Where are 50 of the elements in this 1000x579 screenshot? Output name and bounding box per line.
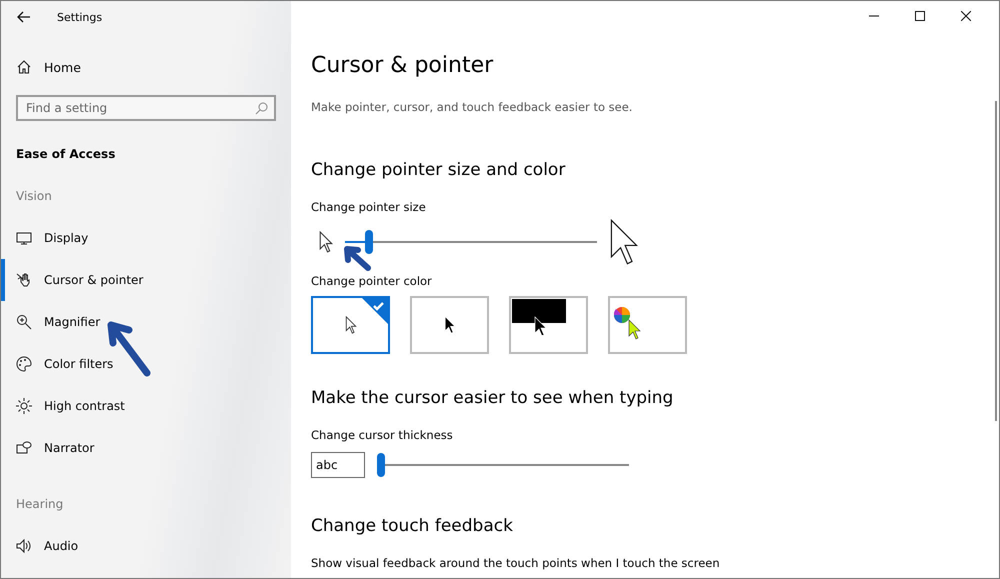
outline-cursor-icon [344,316,356,334]
search-field[interactable]: Find a setting [16,95,276,121]
zoom-in-icon [16,314,32,330]
pointer-color-option[interactable] [608,296,687,354]
cursor-thickness-slider[interactable] [377,453,629,477]
large-cursor-icon [609,218,639,266]
pointer-color-option[interactable] [509,296,588,354]
page-title: Cursor & pointer [311,53,494,78]
maximize-icon[interactable] [915,11,925,21]
section-heading: Change touch feedback [311,516,514,536]
nav-item[interactable]: Narrator [1,427,291,469]
pointer-color-option[interactable] [410,296,489,354]
setting-description: Show visual feedback around the touch points when I touch the screen [311,556,721,570]
section-heading: Make the cursor easier to see when typing [311,388,674,408]
annotation-arrow [341,244,373,272]
group-heading: Vision [16,189,53,203]
cursor-preview-box: abc [311,452,365,478]
section-heading: Change pointer size and color [311,160,566,180]
hand-pointer-icon [16,272,32,288]
nav-item[interactable]: Audio [1,525,291,567]
filled-cursor-icon [444,316,456,334]
checkmark-icon [362,298,388,324]
close-icon[interactable] [961,11,971,21]
inverted-cursor-drawing [512,299,566,335]
setting-label: Change pointer size [311,200,427,214]
setting-label: Change cursor thickness [311,428,454,442]
speaker-icon [16,538,32,554]
nav-item[interactable]: Magnifier [1,301,291,343]
section-title: Ease of Access [16,147,116,161]
pointer-size-slider[interactable] [345,230,597,254]
group-heading: Hearing [16,497,64,511]
back-icon[interactable] [17,11,31,23]
narrator-icon [16,440,32,456]
setting-label: Change pointer color [311,274,433,288]
palette-icon [16,356,32,372]
nav-item[interactable]: Color filters [1,343,291,385]
search-icon [255,102,268,115]
sun-icon [16,398,32,414]
monitor-icon [16,230,32,246]
nav-item[interactable]: Display [1,217,291,259]
window-title: Settings [57,10,102,24]
slider-thumb[interactable] [377,453,385,477]
slider-thumb[interactable] [364,230,373,254]
pointer-color-option[interactable] [311,296,390,354]
home-icon [16,59,32,75]
nav-item[interactable]: High contrast [1,385,291,427]
scrollbar[interactable] [995,101,997,421]
home-nav-item[interactable]: Home [16,59,136,75]
page-subtitle: Make pointer, cursor, and touch feedback easier to see. [311,100,634,114]
small-cursor-icon [319,231,333,253]
